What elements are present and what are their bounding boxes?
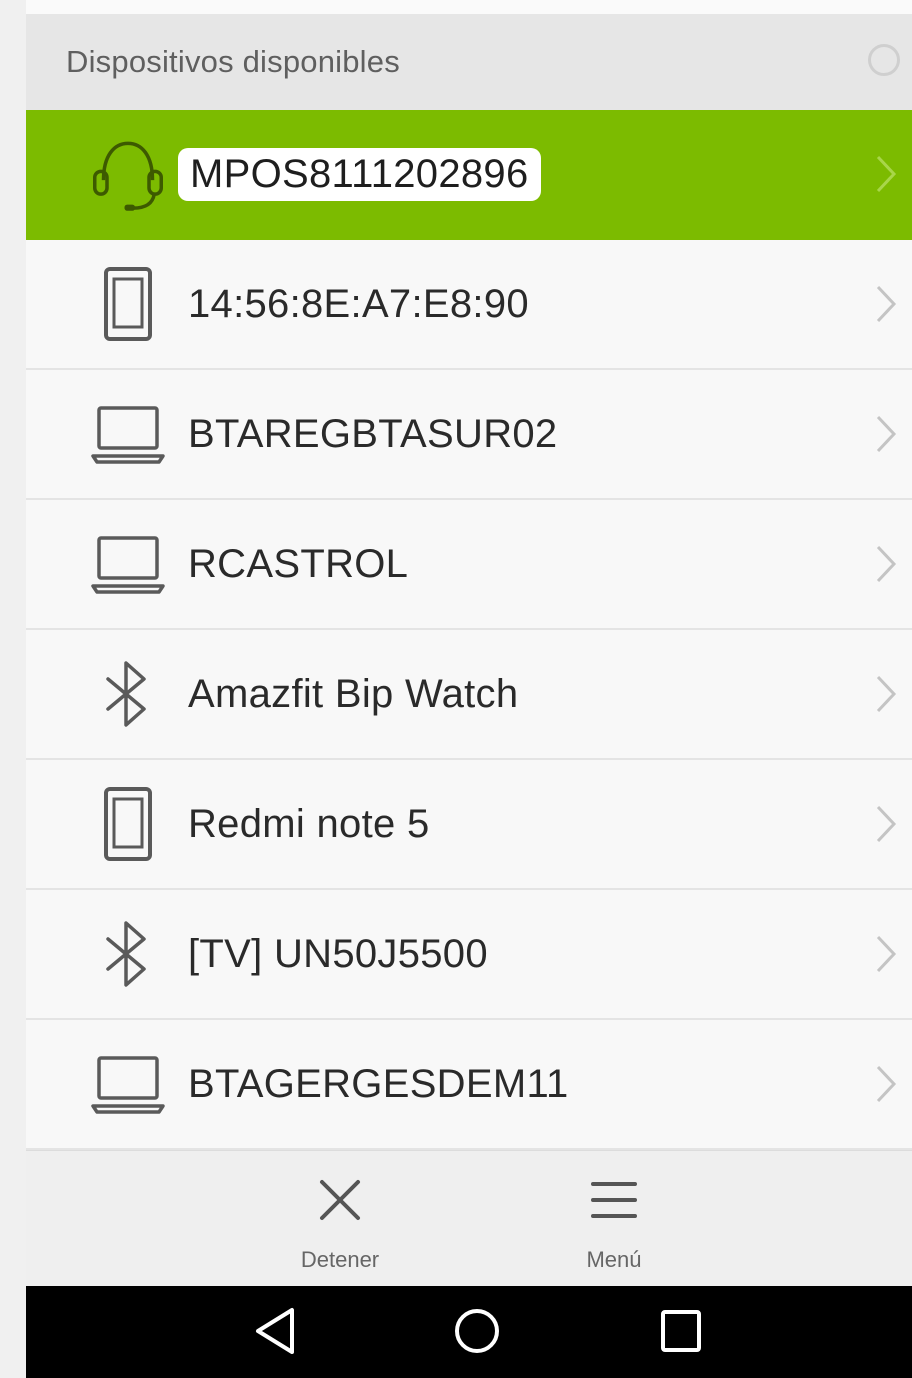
recents-icon[interactable] — [658, 1306, 704, 1361]
device-name: RCASTROL — [188, 541, 409, 586]
chevron-right-icon — [874, 370, 898, 498]
device-list-item[interactable]: MPOS8111202896 — [26, 110, 912, 240]
bluetooth-icon — [86, 890, 170, 1018]
menu-button[interactable]: Menú — [534, 1151, 694, 1287]
device-name: [TV] UN50J5500 — [188, 931, 488, 976]
device-name: Redmi note 5 — [188, 801, 430, 846]
hamburger-menu-icon — [591, 1182, 637, 1218]
device-name-container: 14:56:8E:A7:E8:90 — [188, 240, 529, 368]
device-name: 14:56:8E:A7:E8:90 — [188, 281, 529, 326]
bluetooth-icon — [86, 630, 170, 758]
section-header: Dispositivos disponibles — [26, 14, 912, 110]
chevron-right-icon — [874, 890, 898, 1018]
device-name-container: Redmi note 5 — [188, 760, 430, 888]
phone-icon — [86, 760, 170, 888]
device-name: MPOS8111202896 — [178, 147, 541, 201]
android-nav-bar — [26, 1286, 912, 1378]
chevron-right-icon — [874, 1020, 898, 1148]
chevron-right-icon — [874, 760, 898, 888]
device-name-container: RCASTROL — [188, 500, 408, 628]
stop-button[interactable]: Detener — [260, 1151, 420, 1287]
device-list-item[interactable]: 14:56:8E:A7:E8:90 — [26, 240, 912, 370]
phone-icon — [86, 240, 170, 368]
device-list-item[interactable]: Amazfit Bip Watch — [26, 630, 912, 760]
device-list-item[interactable]: [TV] UN50J5500 — [26, 890, 912, 1020]
device-name-container: [TV] UN50J5500 — [188, 890, 488, 1018]
device-name-container: BTAGERGESDEM11 — [188, 1020, 569, 1148]
bottom-action-bar: Detener Menú — [26, 1150, 912, 1287]
chevron-right-icon — [874, 500, 898, 628]
chevron-right-icon — [874, 630, 898, 758]
laptop-icon — [86, 370, 170, 498]
device-name-container: MPOS8111202896 — [178, 110, 541, 238]
laptop-icon — [86, 500, 170, 628]
home-icon[interactable] — [452, 1306, 502, 1361]
stop-label: Detener — [300, 1247, 380, 1272]
device-name: BTAREGBTASUR02 — [188, 411, 558, 456]
device-list-item[interactable]: BTAREGBTASUR02 — [26, 370, 912, 500]
device-name-container: Amazfit Bip Watch — [188, 630, 518, 758]
close-icon — [320, 1180, 360, 1220]
chevron-right-icon — [874, 240, 898, 368]
top-strip — [26, 0, 912, 14]
device-list-item[interactable]: BTAGERGESDEM11 — [26, 1020, 912, 1150]
menu-label: Menú — [586, 1247, 642, 1272]
device-name-container: BTAREGBTASUR02 — [188, 370, 557, 498]
device-list-item[interactable]: RCASTROL — [26, 500, 912, 630]
device-name: BTAGERGESDEM11 — [188, 1061, 569, 1106]
left-margin — [0, 0, 26, 1378]
bluetooth-device-screen: Dispositivos disponibles MPOS8111202896 1… — [26, 0, 912, 1378]
device-name: Amazfit Bip Watch — [188, 671, 519, 716]
laptop-icon — [86, 1020, 170, 1148]
headset-icon — [86, 110, 170, 238]
loading-circle-icon — [868, 44, 900, 76]
back-icon[interactable] — [252, 1306, 298, 1361]
device-list-item[interactable]: Redmi note 5 — [26, 760, 912, 890]
device-list: MPOS8111202896 14:56:8E:A7:E8:90 BTAREGBTA… — [26, 110, 912, 1150]
section-title: Dispositivos disponibles — [66, 44, 400, 79]
chevron-right-icon — [874, 110, 898, 238]
